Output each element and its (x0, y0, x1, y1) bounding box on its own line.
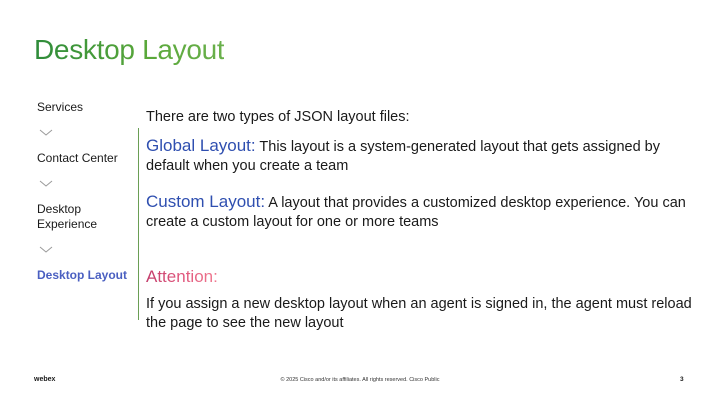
global-layout-paragraph: Global Layout: This layout is a system-g… (146, 136, 706, 176)
breadcrumb-nav: Services Contact Center Desktop Experien… (37, 100, 137, 283)
chevron-down-icon (39, 129, 53, 138)
nav-item-desktop-experience[interactable]: Desktop Experience (37, 202, 137, 232)
chevron-down-icon (39, 246, 53, 255)
chevron-down-icon (39, 180, 53, 189)
attention-heading: Attention: (146, 267, 218, 286)
attention-text: If you assign a new desktop layout when … (146, 296, 692, 331)
slide-title: Desktop Layout (34, 34, 225, 65)
nav-item-contact-center[interactable]: Contact Center (37, 151, 137, 166)
nav-item-services[interactable]: Services (37, 100, 137, 115)
intro-text: There are two types of JSON layout files… (146, 109, 410, 125)
main-content: There are two types of JSON layout files… (146, 108, 706, 333)
content-divider (138, 128, 139, 320)
custom-layout-paragraph: Custom Layout: A layout that provides a … (146, 192, 706, 232)
custom-layout-keyword: Custom Layout: (146, 192, 266, 211)
nav-item-desktop-layout[interactable]: Desktop Layout (37, 268, 137, 283)
page-number: 3 (680, 376, 684, 383)
global-layout-keyword: Global Layout: (146, 136, 256, 155)
footer-copyright: © 2025 Cisco and/or its affiliates. All … (280, 377, 440, 383)
slide: Desktop Layout Services Contact Center D… (0, 0, 720, 405)
